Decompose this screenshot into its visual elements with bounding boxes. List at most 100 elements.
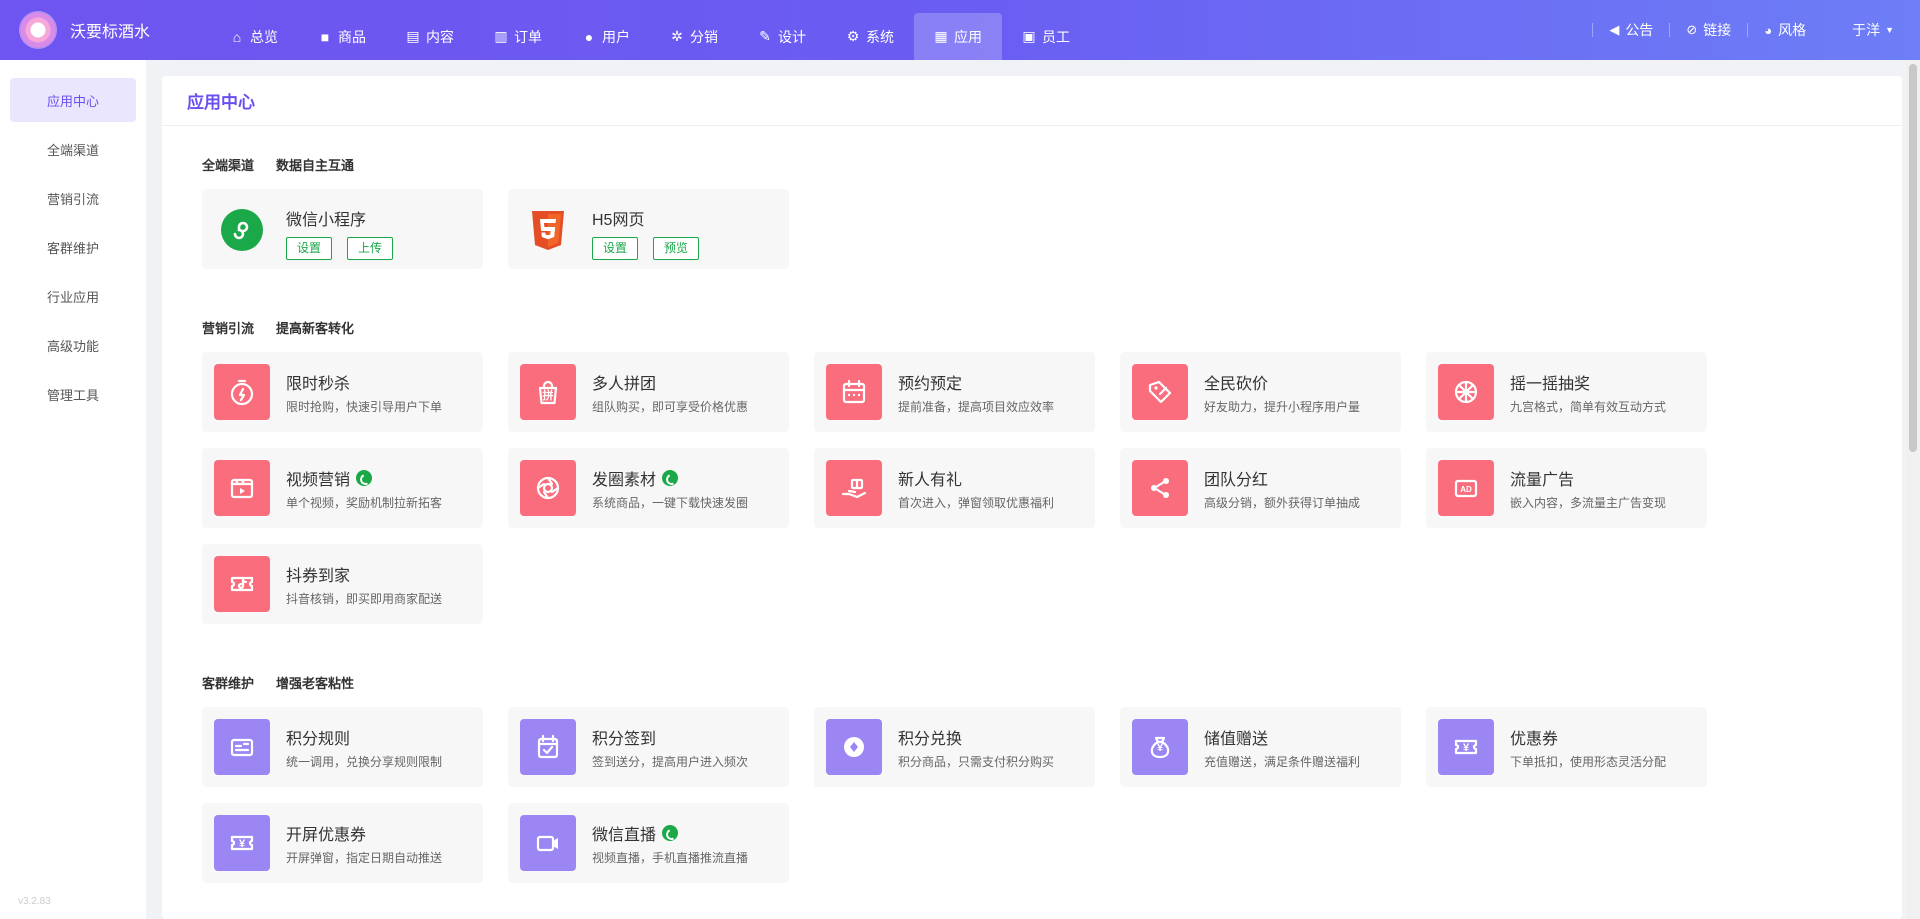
price-tag-icon bbox=[1132, 364, 1188, 420]
user-menu[interactable]: 于洋 ▼ bbox=[1822, 20, 1894, 40]
sidebar-item-4[interactable]: 行业应用 bbox=[10, 274, 136, 318]
top-navbar: 沃要标酒水 ⌂ 总览 ■ 商品 ▤ 内容 ▥ 订单 ● 用户 ✲ 分销 ✎ 设计 ⚙ 系统 ▦ 应用 ▣ 员工 ◀ 公… bbox=[0, 0, 1920, 60]
nav-item-2[interactable]: ▤ 内容 bbox=[386, 13, 474, 60]
section-subtitle: 数据自主互通 bbox=[276, 158, 355, 173]
marketing-card[interactable]: 团队分红高级分销，额外获得订单抽成 bbox=[1120, 448, 1401, 528]
settings-button[interactable]: 设置 bbox=[286, 237, 333, 260]
card-title: 新人有礼 bbox=[898, 466, 962, 490]
retention-card[interactable]: 积分兑换 积分商品，只需支付积分购买 bbox=[814, 707, 1095, 787]
card-title-text: 摇一摇抽奖 bbox=[1510, 376, 1591, 393]
card-title-text: 积分规则 bbox=[286, 731, 351, 748]
scrollbar-thumb[interactable] bbox=[1909, 64, 1917, 452]
sidebar-item-1[interactable]: 全端渠道 bbox=[10, 127, 136, 171]
card-description: 九宫格式，简单有效互动方式 bbox=[1510, 400, 1667, 414]
brand-name: 沃要标酒水 bbox=[70, 24, 151, 41]
retention-card[interactable]: ¥ 储值赠送充值赠送，满足条件赠送福利 bbox=[1120, 707, 1401, 787]
card-title: 微信小程序 bbox=[286, 212, 367, 229]
ad-icon: AD bbox=[1438, 460, 1494, 516]
nav-label: 订单 bbox=[514, 28, 542, 45]
section-header-channels: 全端渠道 数据自主互通 bbox=[202, 155, 354, 174]
card-title-text: 全民砍价 bbox=[1204, 376, 1269, 393]
nav-label: 员工 bbox=[1042, 28, 1070, 45]
style-button[interactable]: ◕ 风格 bbox=[1748, 20, 1822, 40]
card-title-text: 团队分红 bbox=[1204, 472, 1269, 489]
card-title: 流量广告 bbox=[1510, 466, 1574, 490]
nav-item-8[interactable]: ▦ 应用 bbox=[914, 13, 1002, 60]
icon-glyph: ¥ bbox=[1157, 742, 1164, 754]
card-title-text: 预约预定 bbox=[898, 376, 963, 393]
nav-item-5[interactable]: ✲ 分销 bbox=[650, 13, 738, 60]
nav-label: 总览 bbox=[250, 28, 278, 45]
card-description: 抖音核销，即买即用商家配送 bbox=[286, 592, 443, 606]
marketing-card[interactable]: AD 流量广告 嵌入内容，多流量主广告变现 bbox=[1426, 448, 1707, 528]
brand[interactable]: 沃要标酒水 bbox=[0, 12, 200, 48]
channel-card-h5[interactable]: H5网页 设置 预览 bbox=[508, 189, 789, 269]
announcement-button[interactable]: ◀ 公告 bbox=[1593, 20, 1669, 40]
wechat-miniprogram-icon bbox=[221, 209, 263, 251]
card-title: 优惠券 bbox=[1510, 725, 1558, 749]
section-title: 客群维护 bbox=[202, 676, 255, 691]
sidebar-item-5[interactable]: 高级功能 bbox=[10, 323, 136, 367]
video-icon bbox=[214, 460, 270, 516]
link-button[interactable]: ⊘ 链接 bbox=[1670, 20, 1747, 40]
nav-item-3[interactable]: ▥ 订单 bbox=[474, 13, 562, 60]
screen-coupon-icon: ¥ bbox=[214, 815, 270, 871]
marketing-card[interactable]: 视频营销 单个视频，奖励机制拉新拓客 bbox=[202, 448, 483, 528]
main-nav: ⌂ 总览 ■ 商品 ▤ 内容 ▥ 订单 ● 用户 ✲ 分销 ✎ 设计 ⚙ 系统 ▦ 应用 ▣ 员工 bbox=[210, 0, 1090, 60]
preview-button[interactable]: 预览 bbox=[653, 237, 700, 260]
nav-item-0[interactable]: ⌂ 总览 bbox=[210, 13, 298, 60]
marketing-card[interactable]: 摇一摇抽奖九宫格式，简单有效互动方式 bbox=[1426, 352, 1707, 432]
card-title-text: 积分签到 bbox=[592, 731, 657, 748]
card-description: 视频直播，手机直播推流直播 bbox=[592, 851, 749, 865]
card-description: 充值赠送，满足条件赠送福利 bbox=[1204, 755, 1361, 769]
card-description: 高级分销，额外获得订单抽成 bbox=[1204, 496, 1361, 510]
card-title-text: 新人有礼 bbox=[898, 472, 963, 489]
nav-item-9[interactable]: ▣ 员工 bbox=[1002, 13, 1090, 60]
retention-card[interactable]: ¥ 开屏优惠券 开屏弹窗，指定日期自动推送 bbox=[202, 803, 483, 883]
card-title-text: 流量广告 bbox=[1510, 472, 1575, 489]
tool-label: 链接 bbox=[1703, 22, 1732, 38]
card-title: 积分兑换 bbox=[898, 725, 962, 749]
sidebar-item-6[interactable]: 管理工具 bbox=[10, 372, 136, 416]
panel-header: 应用中心 bbox=[162, 76, 1902, 126]
card-title: H5网页 bbox=[592, 212, 645, 229]
marketing-card[interactable]: 抖券到家 抖音核销，即买即用商家配送 bbox=[202, 544, 483, 624]
card-description: 好友助力，提升小程序用户量 bbox=[1204, 400, 1361, 414]
card-title: 积分签到 bbox=[592, 725, 656, 749]
nav-item-6[interactable]: ✎ 设计 bbox=[738, 13, 826, 60]
upload-button[interactable]: 上传 bbox=[347, 237, 394, 260]
nav-item-4[interactable]: ● 用户 bbox=[562, 13, 650, 60]
nav-item-7[interactable]: ⚙ 系统 bbox=[826, 13, 914, 60]
sidebar-item-3[interactable]: 客群维护 bbox=[10, 225, 136, 269]
card-title: 预约预定 bbox=[898, 370, 962, 394]
sidebar-item-0[interactable]: 应用中心 bbox=[10, 78, 136, 122]
card-title: 视频营销 bbox=[286, 466, 373, 490]
channel-card-miniprogram[interactable]: 微信小程序 设置 上传 bbox=[202, 189, 483, 269]
nav-label: 用户 bbox=[602, 28, 630, 45]
diamond-coin-icon bbox=[826, 719, 882, 775]
sidebar-item-2[interactable]: 营销引流 bbox=[10, 176, 136, 220]
retention-card[interactable]: 积分规则 统一调用，兑换分享规则限制 bbox=[202, 707, 483, 787]
marketing-card[interactable]: 发圈素材 系统商品，一键下载快速发圈 bbox=[508, 448, 789, 528]
calendar-icon bbox=[826, 364, 882, 420]
marketing-card[interactable]: 新人有礼 首次进入，弹窗领取优惠福利 bbox=[814, 448, 1095, 528]
tool-label: 公告 bbox=[1625, 22, 1654, 38]
retention-card[interactable]: ¥ 优惠券 下单抵扣，使用形态灵活分配 bbox=[1426, 707, 1707, 787]
card-title: 储值赠送 bbox=[1204, 725, 1268, 749]
marketing-card[interactable]: 全民砍价好友助力，提升小程序用户量 bbox=[1120, 352, 1401, 432]
marketing-card[interactable]: 预约预定 提前准备，提高项目效应效率 bbox=[814, 352, 1095, 432]
nav-item-1[interactable]: ■ 商品 bbox=[298, 13, 386, 60]
retention-card[interactable]: 微信直播 视频直播，手机直播推流直播 bbox=[508, 803, 789, 883]
settings-button[interactable]: 设置 bbox=[592, 237, 639, 260]
section-subtitle: 增强老客粘性 bbox=[276, 676, 355, 691]
wechat-miniprogram-icon bbox=[356, 470, 373, 486]
page-scrollbar[interactable] bbox=[1906, 60, 1920, 919]
marketing-card[interactable]: 限时秒杀 限时抢购，快速引导用户下单 bbox=[202, 352, 483, 432]
marketing-card[interactable]: 拼 多人拼团 组队购买，即可享受价格优惠 bbox=[508, 352, 789, 432]
group-buy-icon: 拼 bbox=[520, 364, 576, 420]
retention-card[interactable]: 积分签到 签到送分，提高用户进入频次 bbox=[508, 707, 789, 787]
brand-logo bbox=[20, 12, 56, 48]
card-title-text: 储值赠送 bbox=[1204, 731, 1269, 748]
gear-icon: ⚙ bbox=[846, 28, 860, 44]
card-description: 组队购买，即可享受价格优惠 bbox=[592, 400, 749, 414]
